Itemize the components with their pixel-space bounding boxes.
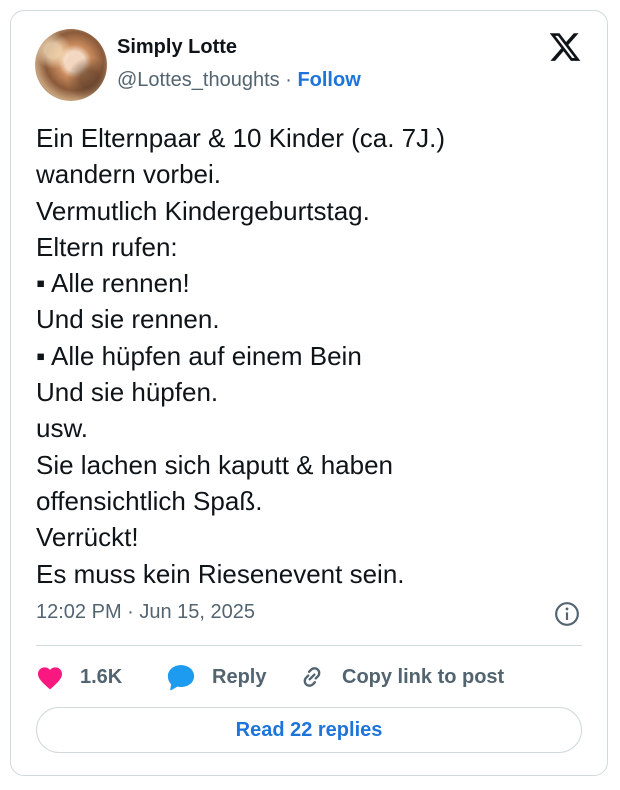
like-button[interactable]: 1.6K xyxy=(36,660,122,694)
copy-link-button[interactable]: Copy link to post xyxy=(298,660,504,694)
heart-icon xyxy=(37,667,63,690)
action-bar: 1.6K Reply Copy link to post xyxy=(36,660,582,694)
tweet-line: Vermutlich Kindergeburtstag. xyxy=(36,195,370,226)
handle-row: @Lottes_thoughts · Follow xyxy=(117,69,361,92)
info-icon[interactable] xyxy=(554,601,580,627)
author-name[interactable]: Simply Lotte xyxy=(117,36,237,59)
tweet-line: offensichtlich Spaß. xyxy=(36,485,263,516)
tweet-line: Verrückt! xyxy=(36,522,139,553)
tweet-line: Ein Elternpaar & 10 Kinder (ca. 7J.) xyxy=(36,123,445,153)
reply-label: Reply xyxy=(212,665,267,688)
tweet-line: ▪ Alle hüpfen auf einem Bein xyxy=(36,340,362,371)
follow-link[interactable]: Follow xyxy=(297,69,360,91)
link-icon xyxy=(303,667,321,687)
tweet-line: Eltern rufen: xyxy=(36,231,178,262)
like-count: 1.6K xyxy=(80,665,123,688)
read-replies-button[interactable]: Read 22 replies xyxy=(36,707,582,753)
tweet-line: Und sie hüpfen. xyxy=(36,377,219,408)
read-replies-label: Read 22 replies xyxy=(235,718,383,741)
author-handle[interactable]: @Lottes_thoughts xyxy=(117,69,280,91)
tweet-text: Ein Elternpaar & 10 Kinder (ca. 7J.) wand… xyxy=(36,120,576,592)
reply-bubble-icon xyxy=(167,665,195,691)
tweet-line: Sie lachen sich kaputt & haben xyxy=(36,449,394,480)
handle-separator: · xyxy=(285,69,292,91)
tweet-line: Es muss kein Riesenevent sein. xyxy=(36,558,405,589)
tweet-line: Und sie rennen. xyxy=(36,304,220,335)
tweet-line: wandern vorbei. xyxy=(36,159,221,190)
x-logo-icon[interactable] xyxy=(548,30,582,64)
tweet-line: usw. xyxy=(36,413,89,444)
reply-button[interactable]: Reply xyxy=(166,660,266,694)
tweet-line: ▪ Alle rennen! xyxy=(36,268,190,299)
avatar[interactable] xyxy=(35,29,107,101)
copy-link-label: Copy link to post xyxy=(342,665,505,688)
timestamp[interactable]: 12:02 PM · Jun 15, 2025 xyxy=(36,601,255,624)
divider xyxy=(36,645,582,646)
